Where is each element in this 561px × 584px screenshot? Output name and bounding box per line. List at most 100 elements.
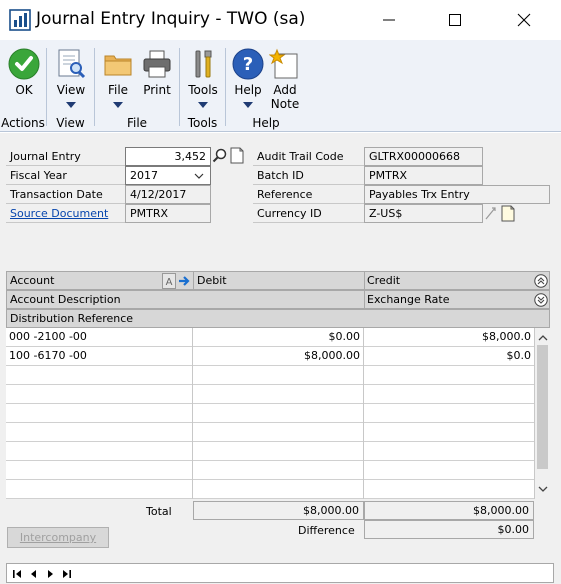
help-button[interactable]: ? Help xyxy=(231,48,265,108)
chevron-down-icon xyxy=(243,102,253,108)
table-row[interactable] xyxy=(6,404,534,423)
batch-id-label: Batch ID xyxy=(253,166,365,185)
ribbon-separator xyxy=(179,48,180,126)
ribbon-separator xyxy=(46,48,47,126)
column-divider xyxy=(193,272,194,290)
ribbon: OK View File Print Tools ? Help Add Note… xyxy=(0,40,561,132)
grid-scrollbar[interactable] xyxy=(534,328,550,499)
column-header-credit: Credit xyxy=(367,274,401,287)
printer-icon xyxy=(141,48,173,80)
svg-text:?: ? xyxy=(243,54,253,75)
audit-trail-code-label: Audit Trail Code xyxy=(253,147,365,166)
tools-button[interactable]: Tools xyxy=(186,48,220,108)
last-record-icon[interactable] xyxy=(59,567,73,581)
table-row[interactable] xyxy=(6,461,534,480)
grid-header-row-3: Distribution Reference xyxy=(6,309,550,328)
column-header-distribution-reference: Distribution Reference xyxy=(10,312,134,325)
chevron-down-icon xyxy=(66,102,76,108)
fiscal-year-select[interactable]: 2017 xyxy=(125,166,211,185)
currency-id-field: Z-US$ xyxy=(364,204,483,223)
close-button[interactable] xyxy=(507,6,541,34)
ok-button[interactable]: OK xyxy=(7,48,41,97)
view-document-icon xyxy=(55,48,87,80)
add-note-label: Add Note xyxy=(270,83,300,111)
column-divider xyxy=(364,291,365,309)
window-title: Journal Entry Inquiry - TWO (sa) xyxy=(36,9,306,29)
table-row[interactable] xyxy=(6,366,534,385)
fiscal-year-label: Fiscal Year xyxy=(6,166,126,185)
note-icon[interactable] xyxy=(229,147,245,164)
view-button[interactable]: View xyxy=(53,48,89,108)
record-navigation-bar xyxy=(6,563,554,583)
audit-trail-code-field: GLTRX00000668 xyxy=(364,147,483,166)
view-label: View xyxy=(56,83,86,97)
source-document-label[interactable]: Source Document xyxy=(10,207,108,220)
ribbon-separator xyxy=(225,48,226,126)
table-row[interactable] xyxy=(6,423,534,442)
maximize-button[interactable] xyxy=(438,6,472,34)
journal-entry-label: Journal Entry xyxy=(6,147,126,166)
column-header-exchange-rate: Exchange Rate xyxy=(367,293,450,306)
svg-text:A: A xyxy=(166,277,173,288)
group-label-view: View xyxy=(56,116,85,130)
minimize-button[interactable] xyxy=(372,6,406,34)
batch-id-field: PMTRX xyxy=(364,166,483,185)
column-header-account: Account xyxy=(10,274,55,287)
print-label: Print xyxy=(143,83,171,97)
account-cell: 100 -6170 -00 xyxy=(6,347,193,366)
add-note-button[interactable]: Add Note xyxy=(268,48,302,111)
ribbon-separator xyxy=(94,48,95,126)
total-label: Total xyxy=(146,505,172,518)
journal-entry-field[interactable]: 3,452 xyxy=(125,147,211,166)
table-row[interactable] xyxy=(6,480,534,499)
scroll-up-icon[interactable] xyxy=(538,332,548,345)
tools-icon xyxy=(187,48,219,80)
add-note-icon xyxy=(268,48,301,80)
title-bar: Journal Entry Inquiry - TWO (sa) xyxy=(0,0,561,40)
total-credit-field: $8,000.00 xyxy=(364,501,534,520)
currency-note-icon[interactable] xyxy=(500,205,516,222)
tools-label: Tools xyxy=(188,83,218,97)
scroll-down-icon[interactable] xyxy=(538,483,548,496)
table-row[interactable] xyxy=(6,385,534,404)
group-label-file: File xyxy=(126,116,148,130)
group-label-actions: Actions xyxy=(1,116,45,130)
grid-header-row-1: Account A Debit Credit xyxy=(6,271,550,290)
credit-cell: $8,000.0 xyxy=(482,330,531,343)
currency-expand-icon[interactable] xyxy=(483,205,499,222)
table-row[interactable] xyxy=(6,442,534,461)
fiscal-year-value: 2017 xyxy=(130,169,158,182)
previous-record-icon[interactable] xyxy=(27,567,41,581)
group-label-tools: Tools xyxy=(187,116,218,130)
scroll-thumb[interactable] xyxy=(537,345,548,469)
source-document-link[interactable]: Source Document xyxy=(6,204,126,223)
difference-field: $0.00 xyxy=(364,520,534,539)
column-divider xyxy=(364,272,365,290)
help-label: Help xyxy=(234,83,262,97)
app-icon xyxy=(9,9,31,31)
grid-header-row-2: Account Description Exchange Rate xyxy=(6,290,550,309)
debit-cell: $0.00 xyxy=(193,328,364,347)
reference-field: Payables Trx Entry xyxy=(364,185,550,204)
folder-icon xyxy=(102,48,134,80)
column-header-debit: Debit xyxy=(197,274,227,287)
group-label-help: Help xyxy=(252,116,280,130)
first-record-icon[interactable] xyxy=(11,567,25,581)
checkmark-icon xyxy=(8,48,40,80)
print-button[interactable]: Print xyxy=(140,48,174,97)
transaction-date-label: Transaction Date xyxy=(6,185,126,204)
chevron-down-icon xyxy=(113,102,123,108)
next-record-icon[interactable] xyxy=(43,567,57,581)
chevron-down-icon xyxy=(198,102,208,108)
difference-label: Difference xyxy=(298,524,355,537)
chevron-down-icon xyxy=(194,167,204,184)
total-debit-field: $8,000.00 xyxy=(193,501,364,520)
ok-label: OK xyxy=(15,83,33,97)
table-row[interactable]: 000 -2100 -00 $0.00 $8,000.0 xyxy=(6,328,534,347)
file-button[interactable]: File xyxy=(101,48,135,108)
source-document-field: PMTRX xyxy=(125,204,211,223)
intercompany-button: Intercompany xyxy=(7,527,109,548)
lookup-icon[interactable] xyxy=(212,147,228,164)
column-header-account-description: Account Description xyxy=(10,293,121,306)
table-row[interactable]: 100 -6170 -00 $8,000.00 $0.0 xyxy=(6,347,534,366)
